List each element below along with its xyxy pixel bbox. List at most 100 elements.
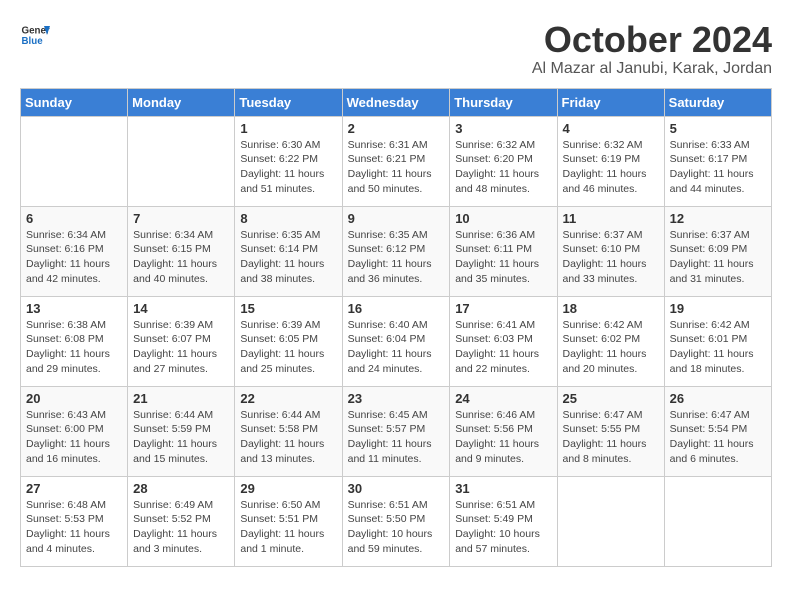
day-number: 27: [26, 481, 122, 496]
day-number: 5: [670, 121, 766, 136]
calendar-cell: 29 Sunrise: 6:50 AM Sunset: 5:51 PM Dayli…: [235, 476, 342, 566]
calendar-cell: 2 Sunrise: 6:31 AM Sunset: 6:21 PM Daylig…: [342, 116, 450, 206]
day-info: Sunrise: 6:45 AM Sunset: 5:57 PM Dayligh…: [348, 408, 445, 467]
svg-text:Blue: Blue: [22, 36, 44, 47]
calendar-cell: 17Sunrise: 6:41 AM Sunset: 6:03 PM Dayli…: [450, 296, 557, 386]
day-info: Sunrise: 6:33 AM Sunset: 6:17 PM Dayligh…: [670, 138, 766, 197]
day-info: Sunrise: 6:51 AM Sunset: 5:50 PM Dayligh…: [348, 498, 445, 557]
day-info: Sunrise: 6:34 AM Sunset: 6:16 PM Dayligh…: [26, 228, 122, 287]
day-info: Sunrise: 6:37 AM Sunset: 6:09 PM Dayligh…: [670, 228, 766, 287]
day-info: Sunrise: 6:46 AM Sunset: 5:56 PM Dayligh…: [455, 408, 551, 467]
calendar-cell: 25 Sunrise: 6:47 AM Sunset: 5:55 PM Dayli…: [557, 386, 664, 476]
day-info: Sunrise: 6:50 AM Sunset: 5:51 PM Dayligh…: [240, 498, 336, 557]
weekday-header: Friday: [557, 88, 664, 116]
weekday-header: Tuesday: [235, 88, 342, 116]
calendar-cell: 18 Sunrise: 6:42 AM Sunset: 6:02 PM Dayli…: [557, 296, 664, 386]
day-info: Sunrise: 6:39 AM Sunset: 6:05 PM Dayligh…: [240, 318, 336, 377]
calendar-header-row: SundayMondayTuesdayWednesdayThursdayFrid…: [21, 88, 772, 116]
day-info: Sunrise: 6:49 AM Sunset: 5:52 PM Dayligh…: [133, 498, 229, 557]
calendar-cell: 8Sunrise: 6:35 AM Sunset: 6:14 PM Daylig…: [235, 206, 342, 296]
weekday-header: Sunday: [21, 88, 128, 116]
day-info: Sunrise: 6:40 AM Sunset: 6:04 PM Dayligh…: [348, 318, 445, 377]
day-number: 2: [348, 121, 445, 136]
calendar-cell: [128, 116, 235, 206]
calendar-cell: 12 Sunrise: 6:37 AM Sunset: 6:09 PM Dayli…: [664, 206, 771, 296]
calendar-cell: 7Sunrise: 6:34 AM Sunset: 6:15 PM Daylig…: [128, 206, 235, 296]
day-number: 21: [133, 391, 229, 406]
weekday-header: Thursday: [450, 88, 557, 116]
day-info: Sunrise: 6:41 AM Sunset: 6:03 PM Dayligh…: [455, 318, 551, 377]
calendar-cell: 19 Sunrise: 6:42 AM Sunset: 6:01 PM Dayli…: [664, 296, 771, 386]
day-number: 31: [455, 481, 551, 496]
day-number: 16: [348, 301, 445, 316]
day-info: Sunrise: 6:44 AM Sunset: 5:58 PM Dayligh…: [240, 408, 336, 467]
day-info: Sunrise: 6:43 AM Sunset: 6:00 PM Dayligh…: [26, 408, 122, 467]
day-number: 7: [133, 211, 229, 226]
day-number: 19: [670, 301, 766, 316]
day-number: 15: [240, 301, 336, 316]
day-info: Sunrise: 6:39 AM Sunset: 6:07 PM Dayligh…: [133, 318, 229, 377]
day-info: Sunrise: 6:37 AM Sunset: 6:10 PM Dayligh…: [563, 228, 659, 287]
calendar-week-row: 13 Sunrise: 6:38 AM Sunset: 6:08 PM Dayli…: [21, 296, 772, 386]
day-number: 18: [563, 301, 659, 316]
day-info: Sunrise: 6:42 AM Sunset: 6:01 PM Dayligh…: [670, 318, 766, 377]
day-number: 12: [670, 211, 766, 226]
calendar-cell: 5 Sunrise: 6:33 AM Sunset: 6:17 PM Daylig…: [664, 116, 771, 206]
day-number: 25: [563, 391, 659, 406]
calendar-week-row: 20Sunrise: 6:43 AM Sunset: 6:00 PM Dayli…: [21, 386, 772, 476]
calendar-cell: 28Sunrise: 6:49 AM Sunset: 5:52 PM Dayli…: [128, 476, 235, 566]
calendar-cell: 22Sunrise: 6:44 AM Sunset: 5:58 PM Dayli…: [235, 386, 342, 476]
calendar-cell: 24 Sunrise: 6:46 AM Sunset: 5:56 PM Dayli…: [450, 386, 557, 476]
day-number: 8: [240, 211, 336, 226]
calendar-cell: [21, 116, 128, 206]
calendar-cell: 27 Sunrise: 6:48 AM Sunset: 5:53 PM Dayli…: [21, 476, 128, 566]
day-number: 9: [348, 211, 445, 226]
weekday-header: Saturday: [664, 88, 771, 116]
calendar-cell: 31 Sunrise: 6:51 AM Sunset: 5:49 PM Dayli…: [450, 476, 557, 566]
calendar-cell: 4 Sunrise: 6:32 AM Sunset: 6:19 PM Daylig…: [557, 116, 664, 206]
weekday-header: Wednesday: [342, 88, 450, 116]
calendar-cell: 6 Sunrise: 6:34 AM Sunset: 6:16 PM Daylig…: [21, 206, 128, 296]
calendar-cell: 26Sunrise: 6:47 AM Sunset: 5:54 PM Dayli…: [664, 386, 771, 476]
day-number: 26: [670, 391, 766, 406]
logo: General Blue: [20, 20, 54, 50]
calendar-cell: 10 Sunrise: 6:36 AM Sunset: 6:11 PM Dayli…: [450, 206, 557, 296]
day-info: Sunrise: 6:36 AM Sunset: 6:11 PM Dayligh…: [455, 228, 551, 287]
calendar-table: SundayMondayTuesdayWednesdayThursdayFrid…: [20, 88, 772, 567]
day-number: 13: [26, 301, 122, 316]
day-info: Sunrise: 6:42 AM Sunset: 6:02 PM Dayligh…: [563, 318, 659, 377]
location: Al Mazar al Janubi, Karak, Jordan: [532, 60, 772, 78]
day-number: 24: [455, 391, 551, 406]
day-number: 29: [240, 481, 336, 496]
calendar-cell: [664, 476, 771, 566]
calendar-cell: 15 Sunrise: 6:39 AM Sunset: 6:05 PM Dayli…: [235, 296, 342, 386]
calendar-cell: 13 Sunrise: 6:38 AM Sunset: 6:08 PM Dayli…: [21, 296, 128, 386]
calendar-cell: [557, 476, 664, 566]
calendar-cell: 1 Sunrise: 6:30 AM Sunset: 6:22 PM Daylig…: [235, 116, 342, 206]
logo-icon: General Blue: [20, 20, 50, 50]
day-number: 4: [563, 121, 659, 136]
calendar-cell: 30Sunrise: 6:51 AM Sunset: 5:50 PM Dayli…: [342, 476, 450, 566]
calendar-cell: 3Sunrise: 6:32 AM Sunset: 6:20 PM Daylig…: [450, 116, 557, 206]
calendar-cell: 14 Sunrise: 6:39 AM Sunset: 6:07 PM Dayli…: [128, 296, 235, 386]
calendar-week-row: 6 Sunrise: 6:34 AM Sunset: 6:16 PM Daylig…: [21, 206, 772, 296]
day-number: 1: [240, 121, 336, 136]
day-info: Sunrise: 6:30 AM Sunset: 6:22 PM Dayligh…: [240, 138, 336, 197]
day-info: Sunrise: 6:31 AM Sunset: 6:21 PM Dayligh…: [348, 138, 445, 197]
day-info: Sunrise: 6:32 AM Sunset: 6:19 PM Dayligh…: [563, 138, 659, 197]
day-info: Sunrise: 6:38 AM Sunset: 6:08 PM Dayligh…: [26, 318, 122, 377]
day-number: 10: [455, 211, 551, 226]
day-number: 11: [563, 211, 659, 226]
calendar-cell: 20Sunrise: 6:43 AM Sunset: 6:00 PM Dayli…: [21, 386, 128, 476]
day-number: 14: [133, 301, 229, 316]
day-info: Sunrise: 6:47 AM Sunset: 5:55 PM Dayligh…: [563, 408, 659, 467]
calendar-cell: 11 Sunrise: 6:37 AM Sunset: 6:10 PM Dayli…: [557, 206, 664, 296]
day-info: Sunrise: 6:51 AM Sunset: 5:49 PM Dayligh…: [455, 498, 551, 557]
weekday-header: Monday: [128, 88, 235, 116]
calendar-cell: 21Sunrise: 6:44 AM Sunset: 5:59 PM Dayli…: [128, 386, 235, 476]
day-info: Sunrise: 6:48 AM Sunset: 5:53 PM Dayligh…: [26, 498, 122, 557]
calendar-cell: 23Sunrise: 6:45 AM Sunset: 5:57 PM Dayli…: [342, 386, 450, 476]
calendar-week-row: 27 Sunrise: 6:48 AM Sunset: 5:53 PM Dayli…: [21, 476, 772, 566]
day-number: 6: [26, 211, 122, 226]
calendar-cell: 9Sunrise: 6:35 AM Sunset: 6:12 PM Daylig…: [342, 206, 450, 296]
